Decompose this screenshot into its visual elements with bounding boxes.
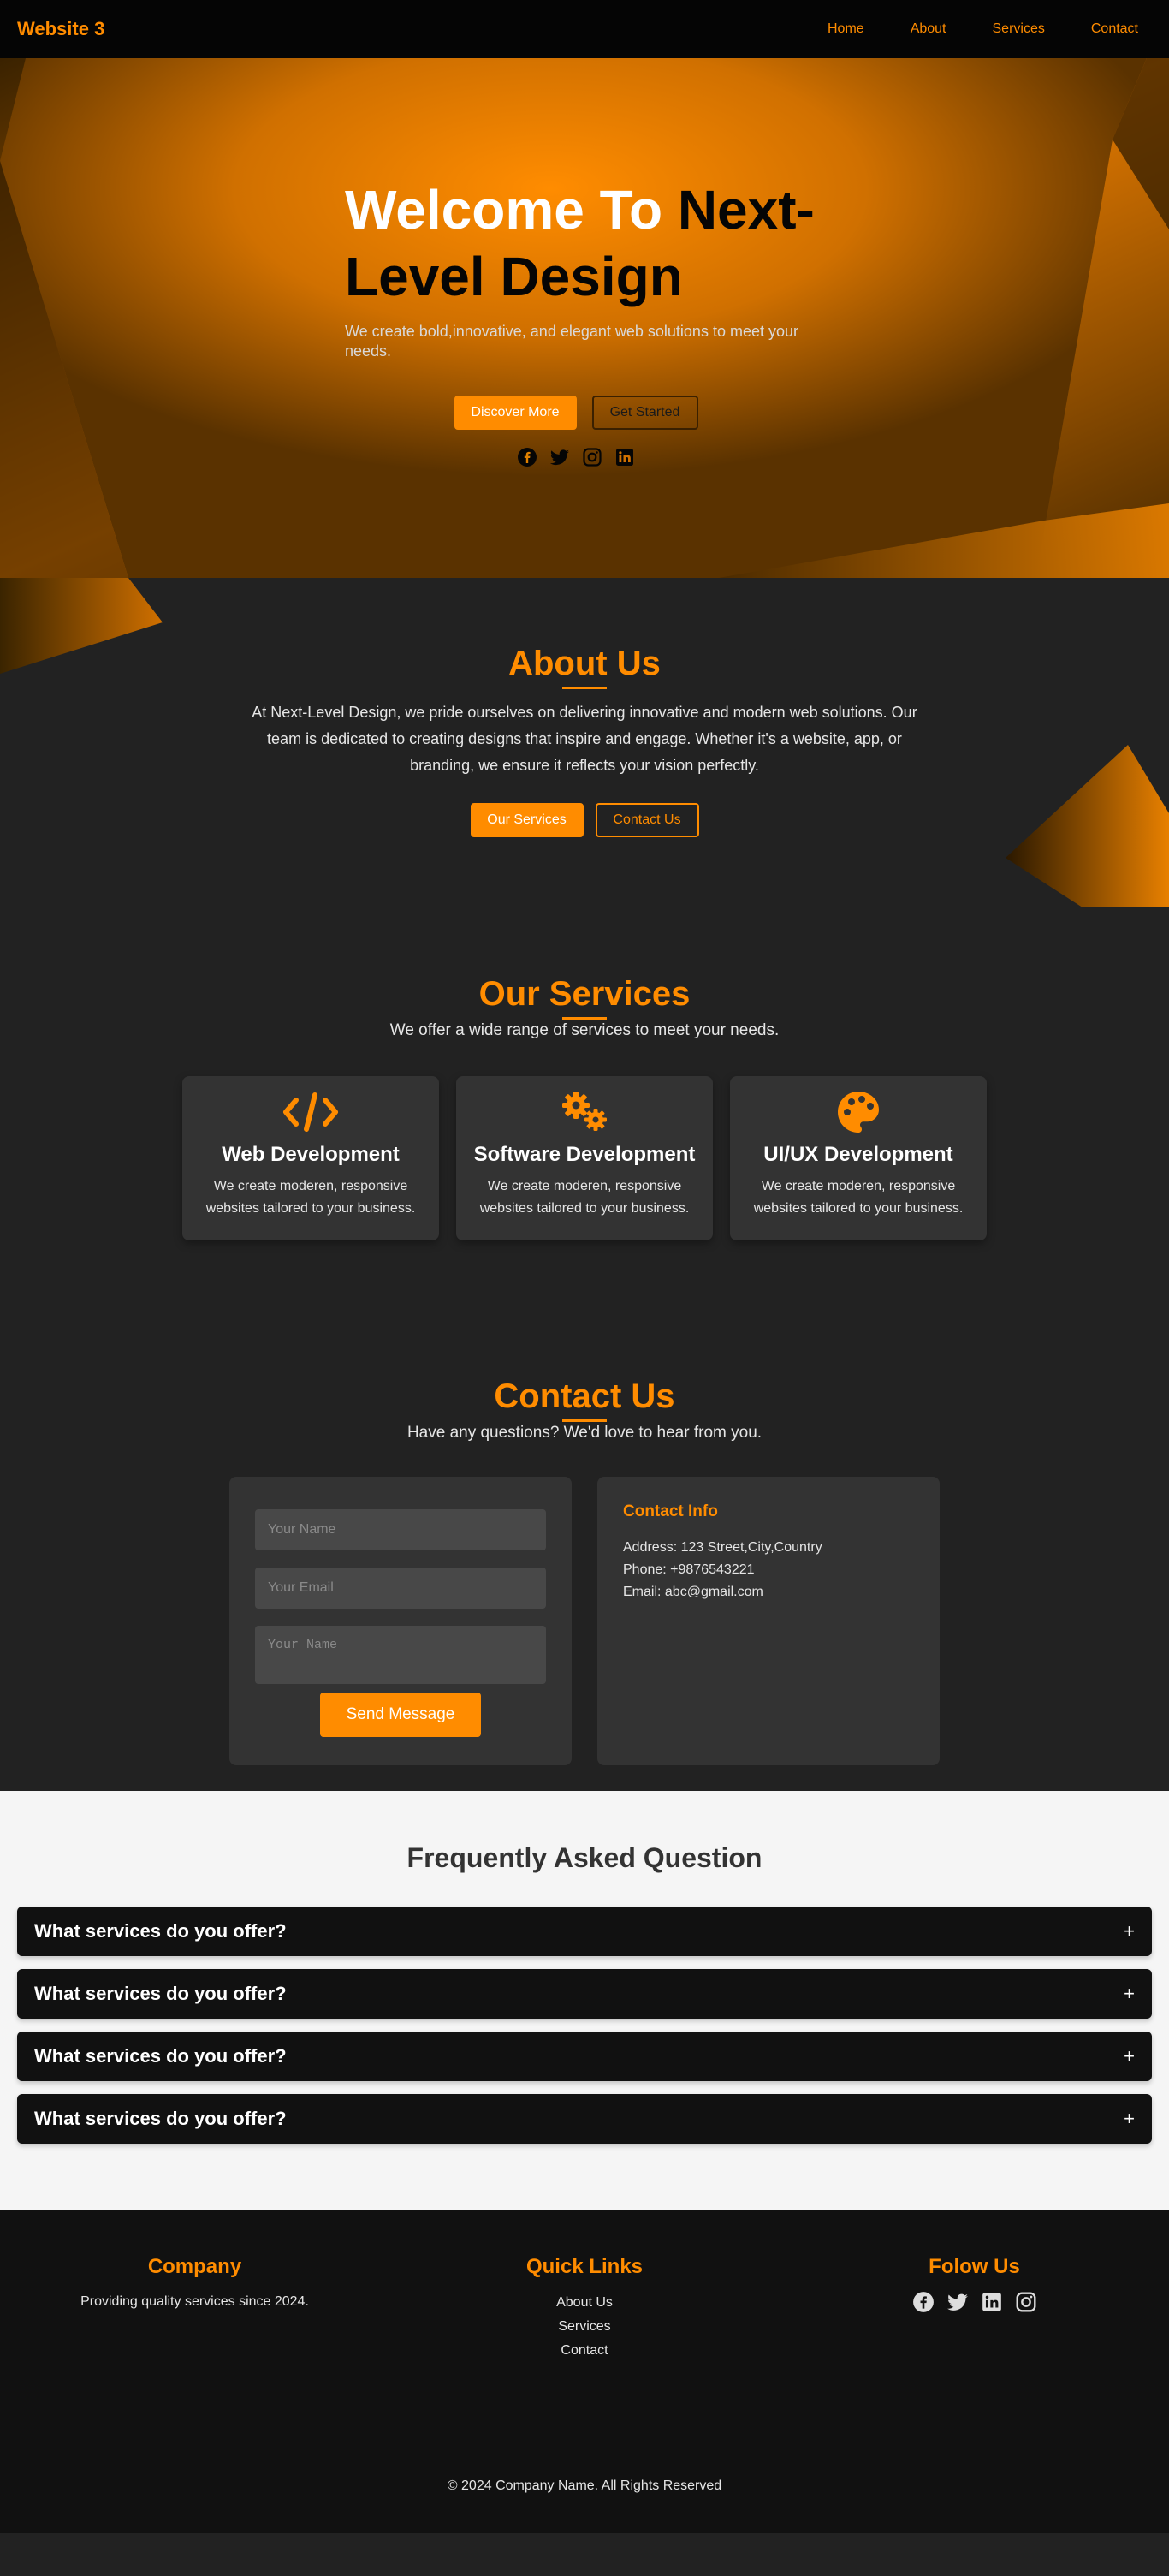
footer-social-links xyxy=(780,2291,1169,2317)
services-title-underline xyxy=(562,1017,607,1020)
hero-title-line2: Level Design xyxy=(345,246,683,307)
footer-company: Company Providing quality services since… xyxy=(0,2255,389,2363)
instagram-icon[interactable] xyxy=(1015,2291,1037,2317)
nav-link-home[interactable]: Home xyxy=(828,21,864,37)
linkedin-icon[interactable] xyxy=(614,447,635,467)
about-section: About Us At Next-Level Design, we pride … xyxy=(0,578,1169,907)
gears-icon xyxy=(456,1090,713,1134)
service-card-desc: We create moderen, responsive websites t… xyxy=(753,1179,964,1216)
brand-logo[interactable]: Website 3 xyxy=(17,18,104,40)
plus-icon[interactable]: + xyxy=(1124,1920,1135,1942)
plus-icon[interactable]: + xyxy=(1124,1983,1135,2005)
facebook-icon[interactable] xyxy=(517,447,537,467)
navbar: Website 3 Home About Services Contact xyxy=(0,0,1169,58)
hero-buttons: Discover More Get Started xyxy=(328,396,824,430)
decorative-triangle-right xyxy=(1006,745,1169,907)
faq-title: Frequently Asked Question xyxy=(406,1842,763,1873)
faq-question: What services do you offer? xyxy=(34,2045,287,2067)
get-started-button[interactable]: Get Started xyxy=(591,396,698,430)
faq-item[interactable]: What services do you offer? + xyxy=(17,1907,1152,1956)
services-title: Our Services xyxy=(478,975,691,1013)
our-services-button[interactable]: Our Services xyxy=(470,803,584,837)
service-cards: Web Development We create moderen, respo… xyxy=(0,1076,1169,1240)
services-section: Our Services We offer a wide range of se… xyxy=(0,907,1169,1309)
about-text: At Next-Level Design, we pride ourselves… xyxy=(252,704,917,774)
faq-question: What services do you offer? xyxy=(34,1983,287,2004)
message-textarea[interactable] xyxy=(255,1626,546,1684)
service-card-web: Web Development We create moderen, respo… xyxy=(182,1076,439,1240)
footer-company-text: Providing quality services since 2024. xyxy=(80,2294,309,2309)
nav-link-about[interactable]: About xyxy=(911,21,946,37)
copyright-text: © 2024 Company Name. All Rights Reserved xyxy=(447,2478,722,2493)
hero-title-white: Welcome To xyxy=(345,179,678,241)
discover-more-button[interactable]: Discover More xyxy=(454,396,577,430)
hero-title-black: Next- xyxy=(677,179,815,241)
nav-link-services[interactable]: Services xyxy=(993,21,1045,37)
footer-link-contact[interactable]: Contact xyxy=(390,2339,780,2363)
contact-form: Send Message xyxy=(229,1477,572,1765)
decorative-triangle-left xyxy=(0,578,163,674)
faq-list: What services do you offer? + What servi… xyxy=(0,1907,1169,2144)
hero-subtitle: We create bold,innovative, and elegant w… xyxy=(345,323,798,360)
nav-links: Home About Services Contact xyxy=(781,21,1138,37)
footer-follow-title: Folow Us xyxy=(929,2255,1020,2278)
footer-company-title: Company xyxy=(147,2255,242,2278)
faq-item[interactable]: What services do you offer? + xyxy=(17,2032,1152,2081)
code-icon xyxy=(182,1090,439,1134)
about-title-underline xyxy=(562,687,607,689)
footer-links-list: About Us Services Contact xyxy=(390,2291,780,2363)
footer-link-services[interactable]: Services xyxy=(390,2315,780,2339)
service-card-software: Software Development We create moderen, … xyxy=(456,1076,713,1240)
faq-section: Frequently Asked Question What services … xyxy=(0,1791,1169,2210)
service-card-title: Web Development xyxy=(222,1143,400,1166)
hero-social-links xyxy=(328,447,824,467)
instagram-icon[interactable] xyxy=(582,447,602,467)
linkedin-icon[interactable] xyxy=(981,2291,1003,2317)
services-subtitle: We offer a wide range of services to mee… xyxy=(389,1021,780,1039)
email-input[interactable] xyxy=(255,1568,546,1609)
hero-title: Welcome To Next- Level Design xyxy=(345,176,824,310)
contact-subtitle: Have any questions? We'd love to hear fr… xyxy=(406,1424,763,1442)
faq-item[interactable]: What services do you offer? + xyxy=(17,1969,1152,2019)
contact-info-box: Contact Info Address: 123 Street,City,Co… xyxy=(597,1477,940,1765)
about-title: About Us xyxy=(508,645,661,682)
send-message-button[interactable]: Send Message xyxy=(320,1693,481,1737)
footer: Company Providing quality services since… xyxy=(0,2210,1169,2533)
twitter-icon[interactable] xyxy=(549,447,570,467)
palette-icon xyxy=(730,1090,987,1134)
nav-link-contact[interactable]: Contact xyxy=(1091,21,1138,37)
faq-item[interactable]: What services do you offer? + xyxy=(17,2094,1152,2144)
faq-question: What services do you offer? xyxy=(34,2108,287,2129)
footer-link-about[interactable]: About Us xyxy=(390,2291,780,2315)
contact-title: Contact Us xyxy=(494,1377,675,1415)
service-card-uiux: UI/UX Development We create moderen, res… xyxy=(730,1076,987,1240)
footer-links-title: Quick Links xyxy=(525,2255,644,2278)
contact-title-underline xyxy=(562,1419,607,1422)
twitter-icon[interactable] xyxy=(946,2291,969,2317)
footer-columns: Company Providing quality services since… xyxy=(0,2210,1169,2363)
contact-email: Email: abc@gmail.com xyxy=(623,1585,763,1599)
contact-phone: Phone: +9876543221 xyxy=(623,1562,755,1577)
contact-section: Contact Us Have any questions? We'd love… xyxy=(0,1309,1169,1791)
faq-question: What services do you offer? xyxy=(34,1920,287,1942)
contact-us-button[interactable]: Contact Us xyxy=(595,803,699,837)
contact-wrap: Send Message Contact Info Address: 123 S… xyxy=(0,1477,1169,1765)
footer-quick-links: Quick Links About Us Services Contact xyxy=(390,2255,780,2363)
plus-icon[interactable]: + xyxy=(1124,2045,1135,2067)
footer-follow: Folow Us xyxy=(780,2255,1169,2363)
service-card-desc: We create moderen, responsive websites t… xyxy=(205,1179,416,1216)
contact-address: Address: 123 Street,City,Country xyxy=(623,1540,822,1555)
service-card-desc: We create moderen, responsive websites t… xyxy=(479,1179,690,1216)
hero-section: Welcome To Next- Level Design We create b… xyxy=(0,58,1169,578)
contact-info-title: Contact Info xyxy=(623,1502,718,1520)
name-input[interactable] xyxy=(255,1509,546,1550)
service-card-title: Software Development xyxy=(473,1143,696,1166)
service-card-title: UI/UX Development xyxy=(763,1143,953,1166)
hero-content: Welcome To Next- Level Design We create b… xyxy=(345,176,824,467)
about-buttons: Our Services Contact Us xyxy=(0,803,1169,837)
plus-icon[interactable]: + xyxy=(1124,2108,1135,2130)
facebook-icon[interactable] xyxy=(912,2291,935,2317)
